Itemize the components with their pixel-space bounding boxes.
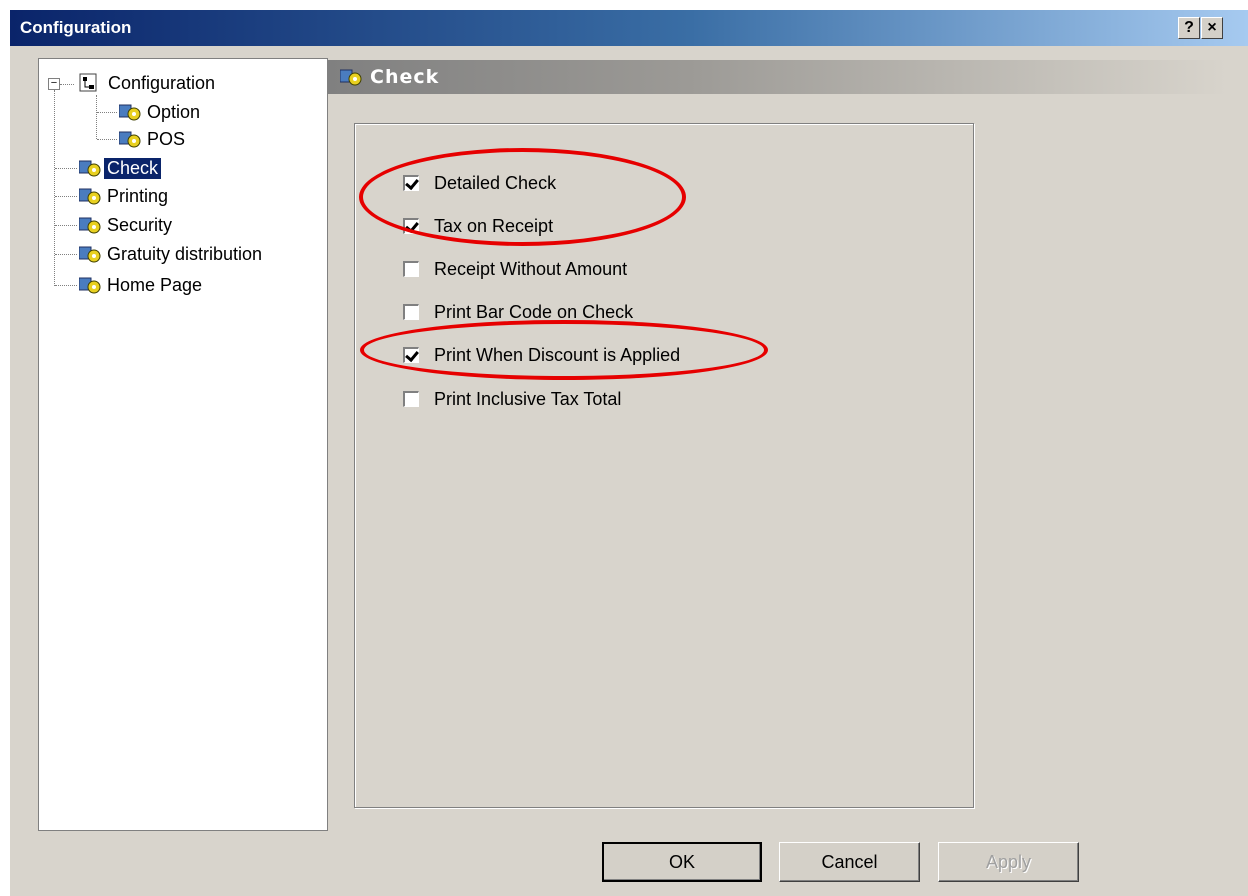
highlight-ellipse <box>360 320 768 380</box>
checkbox-label: Receipt Without Amount <box>434 258 628 279</box>
tree-label: Configuration <box>108 72 216 93</box>
settings-icon <box>119 104 141 121</box>
option-print-inclusive-tax-total[interactable]: Print Inclusive Tax Total <box>403 386 621 412</box>
tree-item-security[interactable]: Security <box>79 213 175 237</box>
window-title: Configuration <box>20 18 132 37</box>
tree-label: Option <box>147 101 201 122</box>
checkbox[interactable] <box>403 304 419 320</box>
settings-icon <box>79 160 101 177</box>
tree-label: Printing <box>107 185 169 206</box>
settings-icon <box>79 277 101 294</box>
checkbox[interactable] <box>403 391 419 407</box>
tree-label: Home Page <box>107 274 203 295</box>
ok-button[interactable]: OK <box>602 842 762 882</box>
settings-icon <box>340 69 362 86</box>
highlight-ellipse <box>359 148 686 246</box>
section-header: Check <box>328 60 1228 94</box>
checkbox[interactable] <box>403 261 419 277</box>
tree-label: POS <box>147 128 186 149</box>
tree-label: Check <box>104 157 162 179</box>
title-bar[interactable]: Configuration ? × <box>10 10 1248 46</box>
settings-icon <box>79 217 101 234</box>
settings-icon <box>119 131 141 148</box>
tree-item-configuration[interactable]: Configuration <box>79 71 218 95</box>
config-tree[interactable]: − Configuration Option POS Check Printin… <box>38 58 328 831</box>
option-receipt-without-amount[interactable]: Receipt Without Amount <box>403 256 627 282</box>
tree-item-check[interactable]: Check <box>79 156 162 180</box>
configuration-dialog: Configuration ? × − Configuration Option <box>10 10 1248 896</box>
checkbox-label: Print Inclusive Tax Total <box>434 388 622 409</box>
section-title: Check <box>370 66 440 88</box>
apply-button[interactable]: Apply <box>938 842 1079 882</box>
tree-label: Security <box>107 214 173 235</box>
tree-item-pos[interactable]: POS <box>119 127 188 151</box>
tree-label: Gratuity distribution <box>107 243 263 264</box>
help-button[interactable]: ? <box>1178 17 1200 39</box>
tree-item-home-page[interactable]: Home Page <box>79 273 205 297</box>
collapse-icon[interactable]: − <box>48 78 60 90</box>
tree-item-printing[interactable]: Printing <box>79 184 171 208</box>
settings-icon <box>79 188 101 205</box>
cancel-button[interactable]: Cancel <box>779 842 920 882</box>
tree-item-option[interactable]: Option <box>119 100 203 124</box>
tree-root-icon <box>79 73 97 92</box>
close-button[interactable]: × <box>1201 17 1223 39</box>
settings-icon <box>79 246 101 263</box>
tree-item-gratuity-distribution[interactable]: Gratuity distribution <box>79 242 265 266</box>
